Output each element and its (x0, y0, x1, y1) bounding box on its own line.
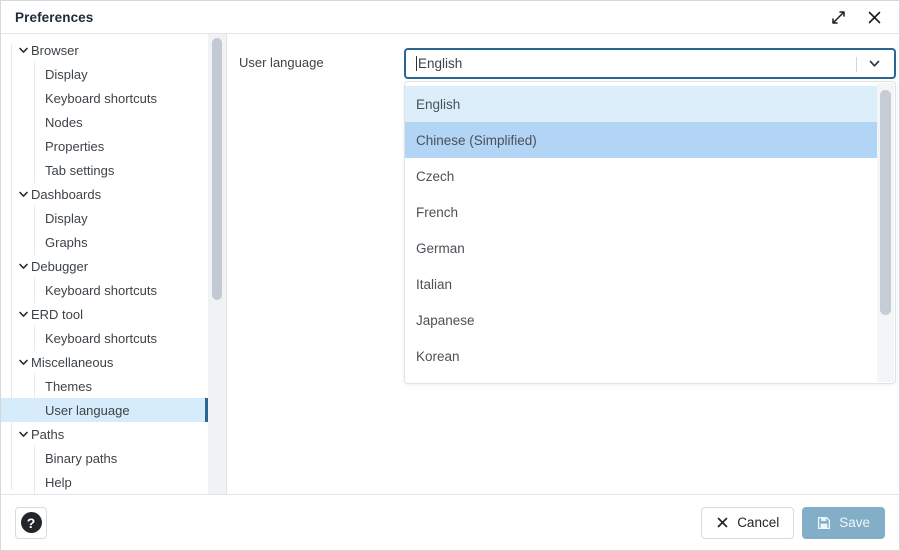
sidebar-item-user-language[interactable]: User language (1, 398, 208, 422)
cancel-button[interactable]: Cancel (701, 507, 794, 539)
dialog-body: Browser Display Keyboard shortcuts Nodes Pro… (1, 34, 899, 495)
dropdown-option-french[interactable]: French (405, 194, 877, 230)
dropdown-scrollbar-thumb[interactable] (880, 90, 891, 315)
sidebar-item-help[interactable]: Help (1, 470, 208, 494)
footer-actions: Cancel Save (701, 507, 885, 539)
page-title: Preferences (15, 10, 93, 25)
save-button[interactable]: Save (802, 507, 885, 539)
sidebar-item-label: User language (45, 403, 130, 418)
sidebar-scrollbar-thumb[interactable] (212, 38, 222, 300)
chevron-down-icon[interactable] (17, 44, 30, 57)
chevron-down-icon[interactable] (862, 50, 886, 77)
sidebar-item-label: Display (45, 67, 88, 82)
dropdown-option-italian[interactable]: Italian (405, 266, 877, 302)
sidebar-item-debugger[interactable]: Debugger (1, 254, 208, 278)
dropdown-option-chinese-simplified-[interactable]: Chinese (Simplified) (405, 122, 877, 158)
sidebar-item-label: Nodes (45, 115, 83, 130)
preferences-tree: Browser Display Keyboard shortcuts Nodes Pro… (1, 34, 208, 494)
sidebar-item-label: Miscellaneous (17, 355, 113, 370)
sidebar-item-label: Themes (45, 379, 92, 394)
dropdown-scrollbar-track[interactable] (877, 83, 894, 382)
chevron-down-icon[interactable] (17, 356, 30, 369)
sidebar-item-binary-paths[interactable]: Binary paths (1, 446, 208, 470)
sidebar-item-label: Keyboard shortcuts (45, 91, 157, 106)
sidebar-item-dashboards[interactable]: Dashboards (1, 182, 208, 206)
sidebar-item-label: Properties (45, 139, 104, 154)
preferences-sidebar: Browser Display Keyboard shortcuts Nodes Pro… (1, 34, 227, 494)
sidebar-item-label: Keyboard shortcuts (45, 331, 157, 346)
expand-diagonal-icon[interactable] (827, 6, 849, 28)
dropdown-option-label: English (416, 97, 460, 112)
dropdown-option-label: Czech (416, 169, 454, 184)
sidebar-item-label: Tab settings (45, 163, 114, 178)
user-language-label: User language (239, 48, 404, 70)
sidebar-item-graphs[interactable]: Graphs (1, 230, 208, 254)
text-caret (416, 56, 417, 71)
sidebar-item-properties[interactable]: Properties (1, 134, 208, 158)
user-language-dropdown: English Chinese (Simplified) Czech French Ge… (404, 81, 896, 384)
dropdown-option-label: German (416, 241, 465, 256)
user-language-control: English EnglishChinese (Simplified)Czech… (404, 48, 896, 79)
sidebar-item-keyboard-shortcuts[interactable]: Keyboard shortcuts (1, 326, 208, 350)
sidebar-scrollbar-track[interactable] (208, 34, 226, 494)
dropdown-option-german[interactable]: German (405, 230, 877, 266)
sidebar-item-label: Display (45, 211, 88, 226)
sidebar-item-nodes[interactable]: Nodes (1, 110, 208, 134)
dropdown-option-label: Japanese (416, 313, 475, 328)
sidebar-item-keyboard-shortcuts[interactable]: Keyboard shortcuts (1, 86, 208, 110)
dropdown-option-label: Korean (416, 349, 460, 364)
question-mark-icon: ? (21, 512, 42, 533)
dropdown-option-label: Italian (416, 277, 452, 292)
sidebar-item-keyboard-shortcuts[interactable]: Keyboard shortcuts (1, 278, 208, 302)
dialog-footer: ? Cancel (1, 495, 899, 550)
close-icon[interactable] (863, 6, 885, 28)
title-bar-actions (827, 6, 885, 28)
user-language-option-list: English Chinese (Simplified) Czech French Ge… (405, 82, 877, 383)
sidebar-item-label: Help (45, 475, 72, 490)
sidebar-item-paths[interactable]: Paths (1, 422, 208, 446)
dropdown-option-japanese[interactable]: Japanese (405, 302, 877, 338)
preferences-dialog: Preferences BrowserDisplayKe (0, 0, 900, 551)
help-button[interactable]: ? (15, 507, 47, 539)
sidebar-item-display[interactable]: Display (1, 206, 208, 230)
chevron-down-icon[interactable] (17, 188, 30, 201)
chevron-down-icon[interactable] (17, 260, 30, 273)
chevron-down-icon[interactable] (17, 308, 30, 321)
dropdown-option-czech[interactable]: Czech (405, 158, 877, 194)
preferences-content: User language English EnglishChinese (Si… (227, 34, 899, 494)
dropdown-option-label: French (416, 205, 458, 220)
save-button-label: Save (839, 515, 870, 530)
sidebar-item-display[interactable]: Display (1, 62, 208, 86)
sidebar-item-erd-tool[interactable]: ERD tool (1, 302, 208, 326)
floppy-disk-icon (817, 516, 831, 530)
sidebar-item-themes[interactable]: Themes (1, 374, 208, 398)
chevron-down-icon[interactable] (17, 428, 30, 441)
title-bar: Preferences (1, 1, 899, 34)
sidebar-item-label: Keyboard shortcuts (45, 283, 157, 298)
dropdown-option-english[interactable]: English (405, 86, 877, 122)
sidebar-item-label: Binary paths (45, 451, 117, 466)
sidebar-item-browser[interactable]: Browser (1, 38, 208, 62)
close-icon (716, 516, 729, 529)
sidebar-item-tab-settings[interactable]: Tab settings (1, 158, 208, 182)
combo-separator (856, 57, 857, 72)
user-language-value: English (418, 56, 462, 71)
sidebar-item-miscellaneous[interactable]: Miscellaneous (1, 350, 208, 374)
sidebar-item-label: Graphs (45, 235, 88, 250)
user-language-field-row: User language English EnglishChinese (Si… (227, 48, 899, 79)
dropdown-option-label: Chinese (Simplified) (416, 133, 537, 148)
user-language-input[interactable]: English (406, 56, 462, 71)
dropdown-option-korean[interactable]: Korean (405, 338, 877, 374)
user-language-combobox[interactable]: English (404, 48, 896, 79)
cancel-button-label: Cancel (737, 515, 779, 530)
